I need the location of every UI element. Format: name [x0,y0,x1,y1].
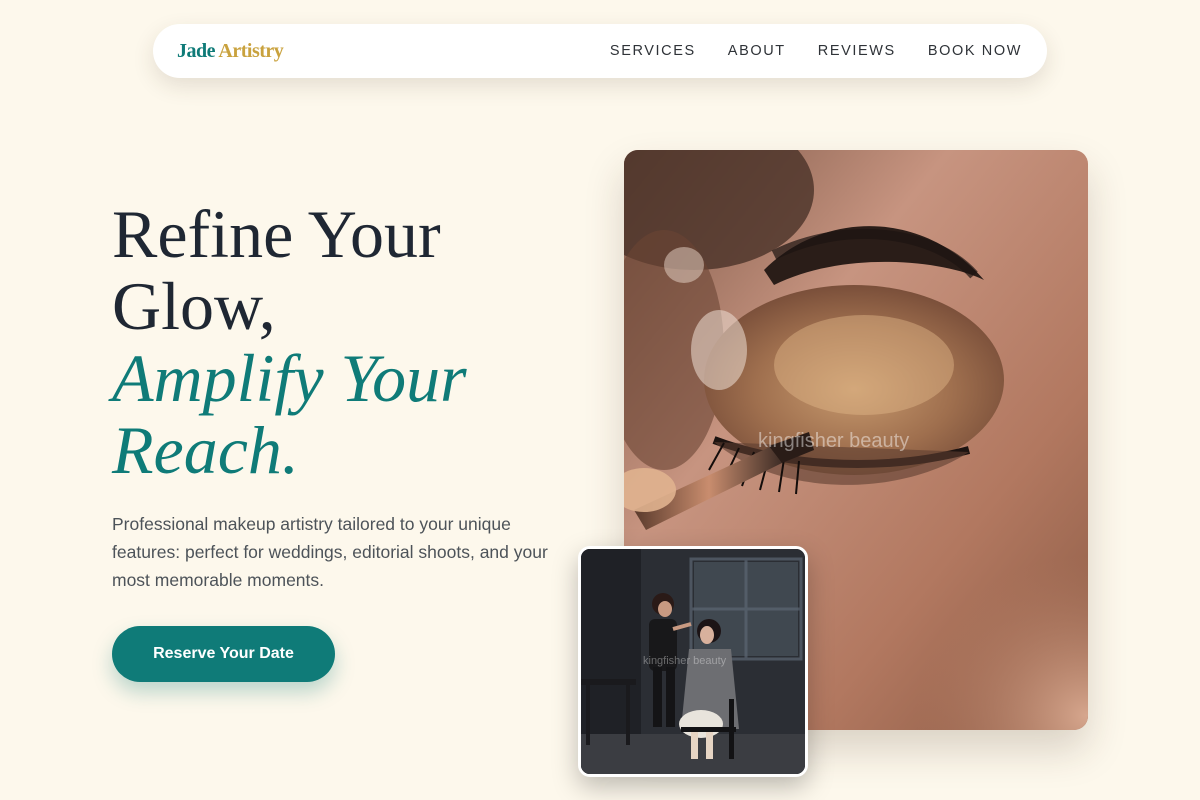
hero-headline: Refine Your Glow, Amplify Your Reach. [112,198,582,486]
makeup-session-photo [581,549,805,774]
hero-headline-accent: Amplify Your Reach. [112,340,467,488]
nav-links: SERVICES ABOUT REVIEWS BOOK NOW [610,43,1022,59]
brand-logo[interactable]: Jade Artistry [177,39,284,63]
reserve-date-button[interactable]: Reserve Your Date [112,626,335,682]
hero-headline-line1: Refine Your Glow, [112,196,441,344]
nav-link-book-now[interactable]: BOOK NOW [928,43,1022,59]
nav-link-services[interactable]: SERVICES [610,43,696,59]
hero-description: Professional makeup artistry tailored to… [112,514,548,590]
nav-link-reviews[interactable]: REVIEWS [818,43,896,59]
brand-name-part1: Jade [177,39,216,62]
secondary-image-makeup-session: kingfisher beauty [578,546,808,777]
top-navigation: Jade Artistry SERVICES ABOUT REVIEWS BOO… [153,24,1047,78]
nav-link-about[interactable]: ABOUT [728,43,786,59]
brand-name-part2: Artistry [218,39,284,62]
